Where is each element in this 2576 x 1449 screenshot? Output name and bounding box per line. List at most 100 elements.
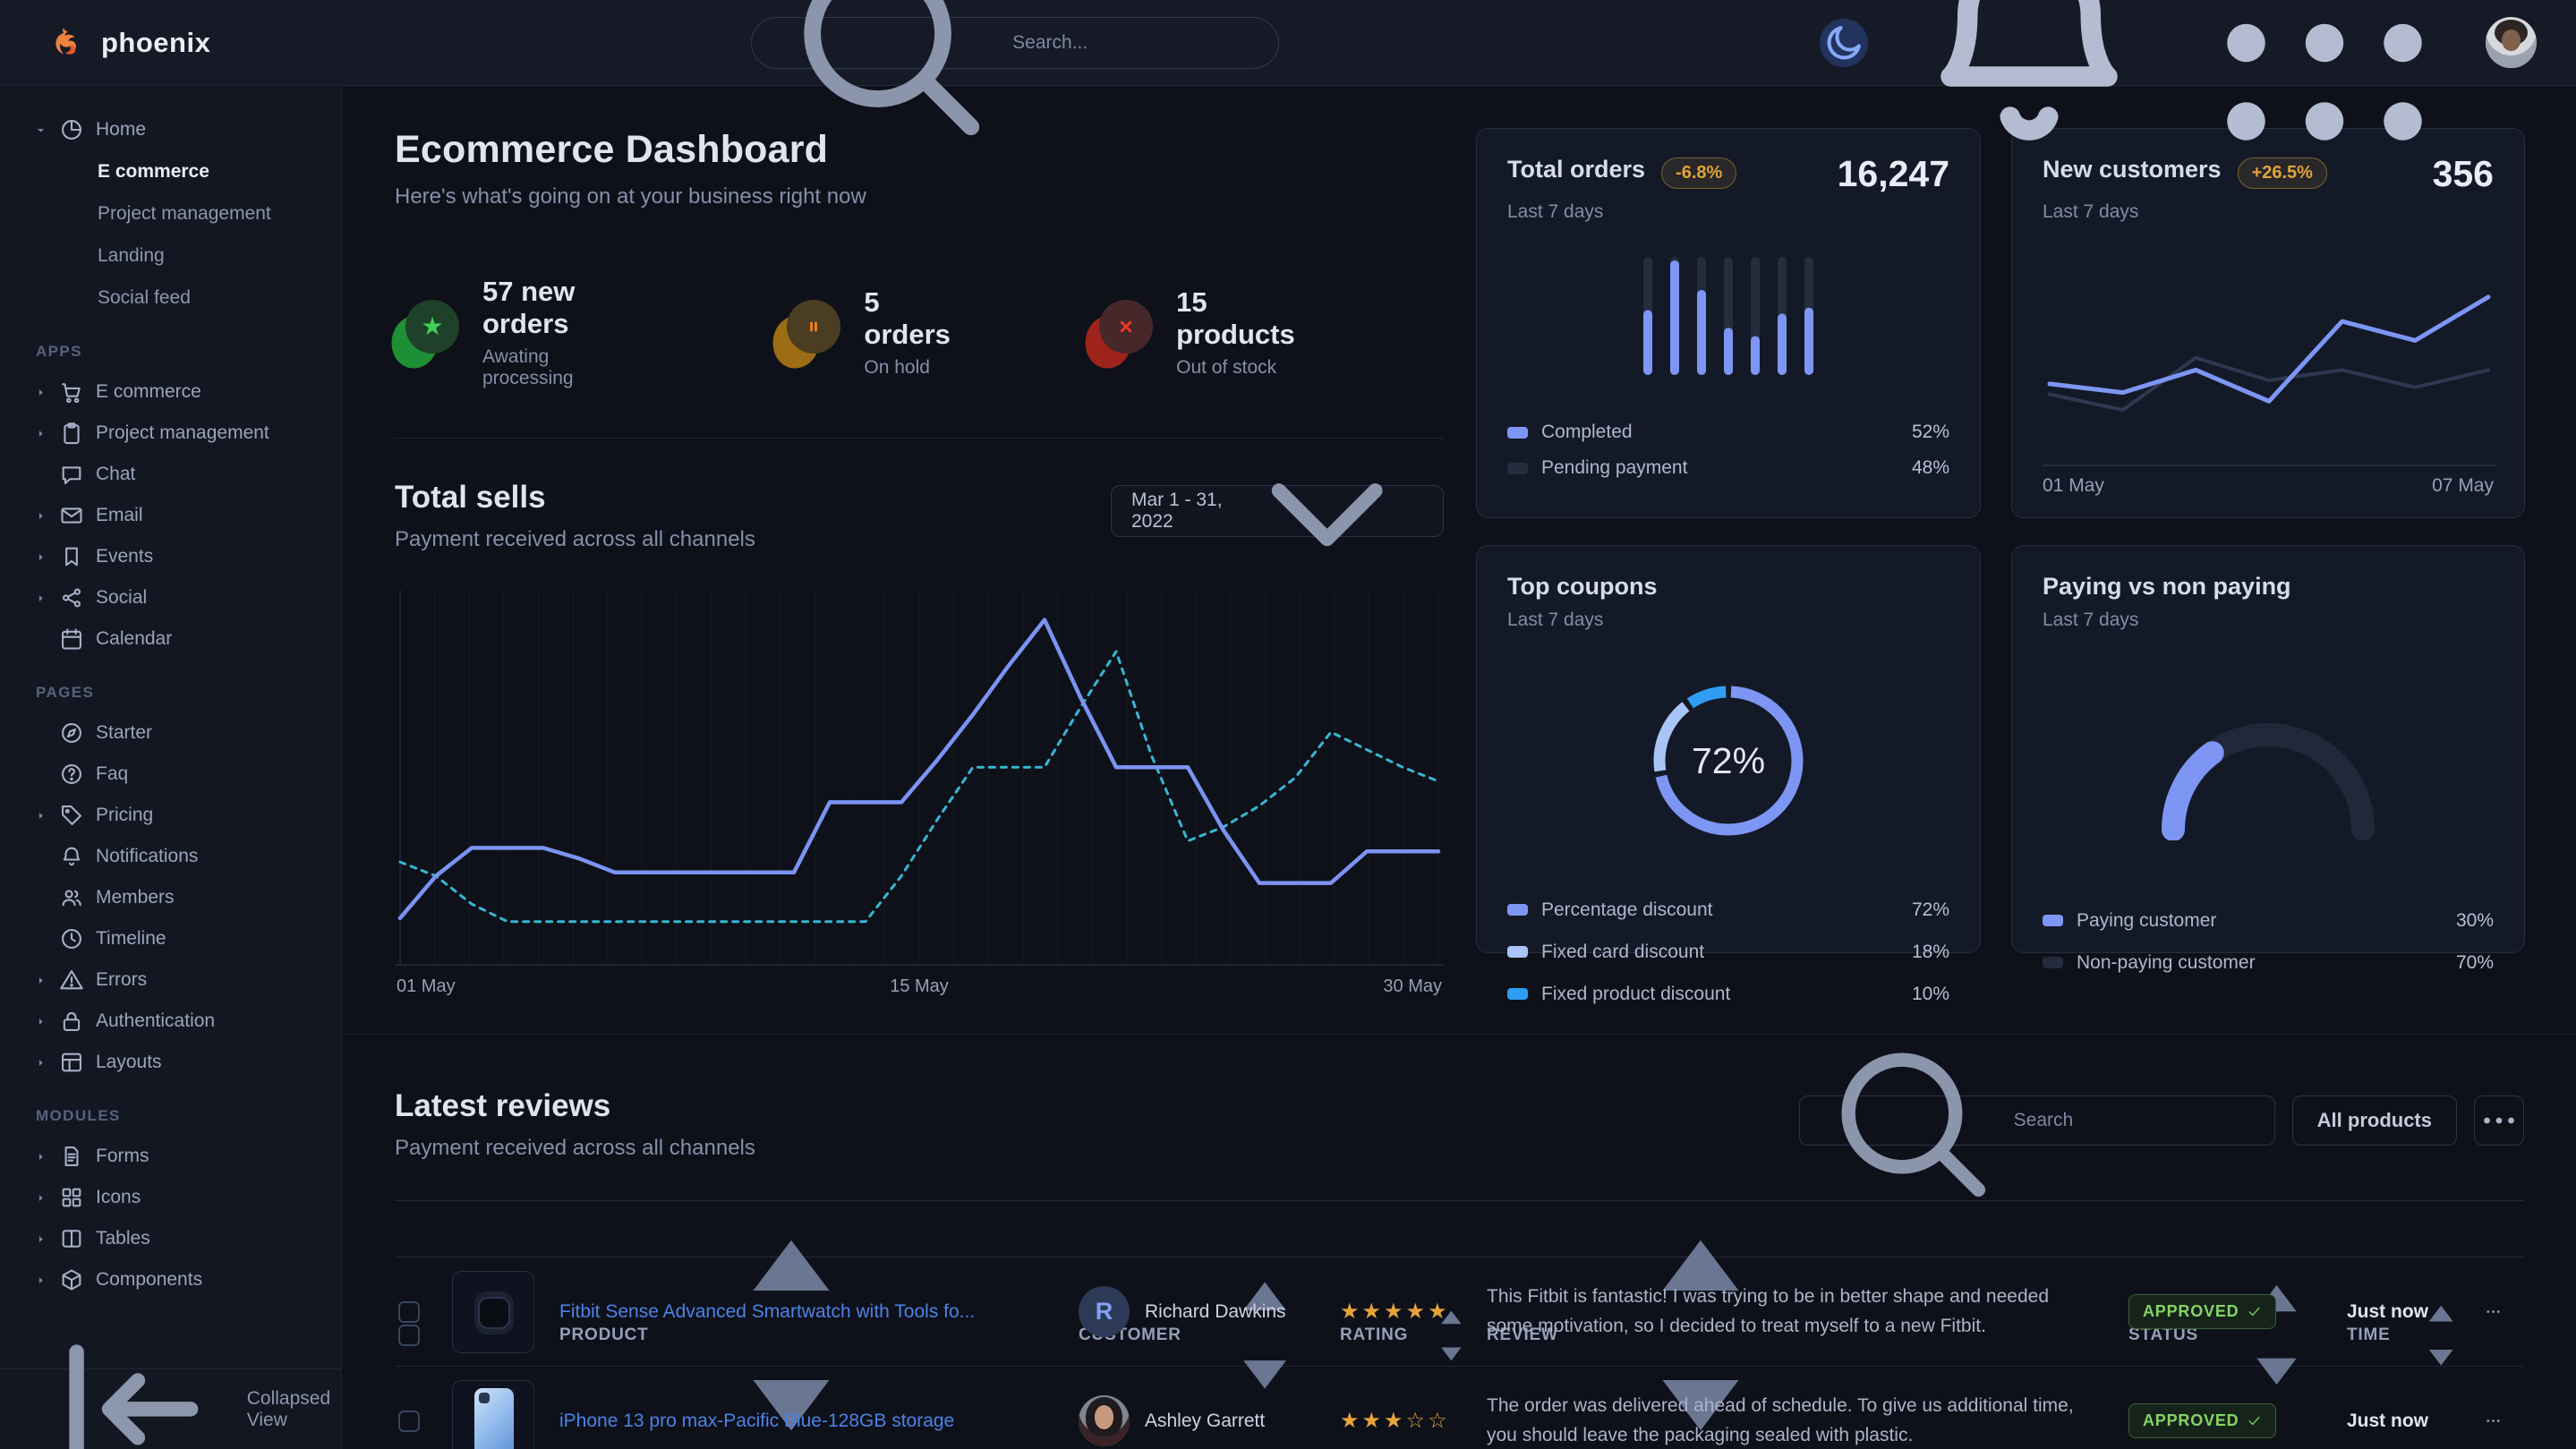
topbar-search-input[interactable] [1012,32,1255,54]
legend-item-paying-customer: Paying customer 30% [2043,899,2494,942]
stat-value: 5 orders [864,286,954,351]
bookmark-icon [59,544,84,569]
sidebar-subitem-social-feed[interactable]: Social feed [98,277,321,319]
caret-right-icon [34,1015,47,1028]
cell-thumb [452,1380,559,1449]
cell-status: APPROVED [2128,1403,2347,1438]
top-section: Ecommerce Dashboard Here's what's going … [395,128,2524,1002]
sidebar-subitem-e-commerce[interactable]: E commerce [98,150,321,192]
legend-item-percentage-discount: Percentage discount72% [1507,889,1949,931]
caret-right-icon [34,1232,47,1246]
sidebar-item-label: Members [96,887,175,908]
sidebar-item-label: Project management [96,422,269,444]
sidebar-item-timeline[interactable]: Timeline [21,918,321,959]
status-badge: APPROVED [2128,1294,2276,1329]
legend-item-fixed-card-discount: Fixed card discount18% [1507,931,1949,973]
sidebar-section-label: APPS [36,343,321,361]
sidebar-item-errors[interactable]: Errors [21,959,321,1001]
sidebar-item-tables[interactable]: Tables [21,1218,321,1259]
sidebar-item-label: Home [96,119,146,141]
sidebar-item-notifications[interactable]: Notifications [21,836,321,877]
customer-avatar [1079,1395,1130,1446]
sidebar-item-events[interactable]: Events [21,536,321,577]
quick-stats: ★57 new ordersAwating processing 5 orders… [395,276,1444,389]
user-avatar[interactable] [2486,17,2537,68]
sidebar-item-components[interactable]: Components [21,1259,321,1300]
topbar-actions [1820,0,2537,177]
latest-reviews-section: Latest reviews Payment received across a… [395,1035,2524,1449]
sidebar-item-label: Events [96,546,153,567]
collapsed-view-toggle[interactable]: Collapsed View [0,1368,341,1449]
sidebar-item-label: Layouts [96,1052,162,1073]
legend-swatch [2043,957,2063,968]
new-customers-card: New customers +26.5% 356 Last 7 days 01 … [2011,128,2525,518]
reviews-search-input[interactable] [2014,1110,2256,1131]
sidebar-item-calendar[interactable]: Calendar [21,618,321,660]
all-products-button[interactable]: All products [2292,1095,2457,1146]
sidebar-item-project-management[interactable]: Project management [21,413,321,454]
caret-right-icon [34,1150,47,1163]
stat-value: 57 new orders [482,276,642,340]
sidebar-item-members[interactable]: Members [21,877,321,918]
reviews-more-button[interactable] [2474,1095,2524,1146]
sidebar-item-label: E commerce [96,381,201,403]
sidebar-item-e-commerce[interactable]: E commerce [21,371,321,413]
product-link[interactable]: iPhone 13 pro max-Pacific Blue-128GB sto… [559,1411,1079,1432]
brand[interactable]: phoenix [50,24,210,62]
reviews-search[interactable] [1799,1095,2275,1146]
sidebar-item-icons[interactable]: Icons [21,1177,321,1218]
legend-label: Paying customer [2077,910,2443,932]
row-checkbox[interactable] [398,1411,420,1432]
select-all-checkbox[interactable] [398,1325,420,1346]
sidebar-subitem-project-management[interactable]: Project management [98,192,321,234]
row-more-button[interactable] [2483,1301,2524,1322]
stat-text: 15 productsOut of stock [1176,286,1309,379]
row-checkbox[interactable] [398,1301,420,1323]
legend-swatch [1507,427,1528,439]
caret-right-icon [34,550,47,564]
sidebar-item-starter[interactable]: Starter [21,712,321,754]
legend-value: 30% [2456,910,2494,932]
theme-toggle-button[interactable] [1820,19,1868,67]
caret-right-icon [34,974,47,987]
status-badge: APPROVED [2128,1403,2276,1438]
sidebar-item-faq[interactable]: Faq [21,754,321,795]
product-link[interactable]: Fitbit Sense Advanced Smartwatch with To… [559,1301,1079,1323]
review-text: This Fitbit is fantastic! I was trying t… [1487,1283,2128,1341]
notifications-button[interactable] [1895,0,2163,177]
sidebar-item-chat[interactable]: Chat [21,454,321,495]
sidebar-item-label: Timeline [96,928,166,950]
sidebar-item-forms[interactable]: Forms [21,1136,321,1177]
collapsed-view-label: Collapsed View [247,1388,341,1431]
sidebar-item-home[interactable]: Home [21,109,321,150]
sidebar-item-layouts[interactable]: Layouts [21,1042,321,1083]
reviews-controls: All products [1799,1095,2524,1146]
stat-text: 5 ordersOn hold [864,286,954,379]
sidebar-item-pricing[interactable]: Pricing [21,795,321,836]
apps-menu-button[interactable] [2190,0,2459,177]
row-more-button[interactable] [2483,1411,2524,1431]
status-label: APPROVED [2143,1302,2239,1321]
sidebar-subitem-landing[interactable]: Landing [98,234,321,277]
sidebar-item-authentication[interactable]: Authentication [21,1001,321,1042]
sidebar-children: E commerceProject managementLandingSocia… [21,150,321,319]
review-time: Just now [2347,1301,2483,1323]
sidebar-item-email[interactable]: Email [21,495,321,536]
stat-text: 57 new ordersAwating processing [482,276,642,389]
cell-product: iPhone 13 pro max-Pacific Blue-128GB sto… [559,1411,1079,1432]
total-sells-subtitle: Payment received across all channels [395,527,755,552]
topbar-search[interactable] [751,17,1279,69]
date-range-select[interactable]: Mar 1 - 31, 2022 [1111,485,1444,537]
top-coupons-period: Last 7 days [1507,609,1949,631]
cell-customer: Ashley Garrett [1079,1395,1340,1446]
layout-icon [59,1050,84,1075]
stat-awating-processing: ★57 new ordersAwating processing [395,276,642,389]
sidebar-item-social[interactable]: Social [21,577,321,618]
legend-item-fixed-product-discount: Fixed product discount10% [1507,973,1949,1015]
clipboard-icon [59,421,84,446]
column-header-status[interactable]: STATUS [2128,1265,2347,1405]
sidebar-section-label: MODULES [36,1107,321,1125]
total-orders-title: Total orders [1507,156,1645,183]
top-coupons-card: Top coupons Last 7 days 72% Percentage d… [1476,545,1981,953]
caret-right-icon [34,427,47,440]
